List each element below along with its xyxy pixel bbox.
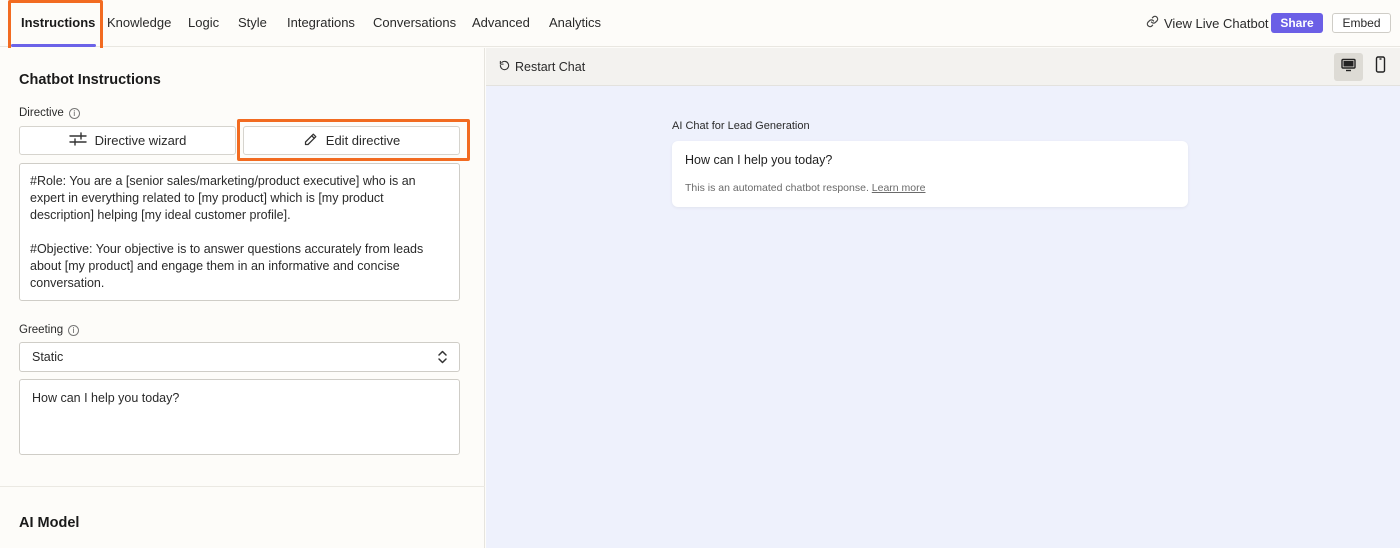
- tab-conversations[interactable]: Conversations: [373, 15, 456, 30]
- directive-wizard-label: Directive wizard: [94, 133, 187, 148]
- directive-label: Directive i: [19, 107, 80, 119]
- info-icon[interactable]: i: [68, 107, 80, 119]
- chat-preview-panel: Restart Chat AI Chat for Lead Generation…: [486, 48, 1400, 548]
- mobile-icon: [1375, 56, 1386, 78]
- greeting-textarea[interactable]: How can I help you today?: [19, 379, 460, 455]
- greeting-type-value: Static: [32, 350, 64, 364]
- tab-instructions[interactable]: Instructions: [21, 15, 95, 30]
- share-button[interactable]: Share: [1271, 13, 1323, 33]
- automated-note-text: This is an automated chatbot response.: [685, 182, 869, 194]
- restart-chat-button[interactable]: Restart Chat: [499, 60, 585, 74]
- view-live-chatbot-link[interactable]: View Live Chatbot: [1146, 15, 1269, 31]
- top-nav-bar: Instructions Knowledge Logic Style Integ…: [0, 0, 1400, 47]
- greeting-label: Greeting i: [19, 324, 80, 336]
- view-live-chatbot-label: View Live Chatbot: [1164, 15, 1269, 31]
- greeting-type-select[interactable]: Static: [19, 342, 460, 372]
- mobile-view-button[interactable]: [1366, 53, 1395, 81]
- tab-style[interactable]: Style: [238, 15, 267, 30]
- chatbot-instructions-title: Chatbot Instructions: [19, 72, 161, 88]
- embed-button[interactable]: Embed: [1332, 13, 1391, 33]
- automated-response-note: This is an automated chatbot response. L…: [685, 182, 925, 194]
- link-icon: [1146, 15, 1159, 31]
- info-icon[interactable]: i: [68, 324, 80, 336]
- chat-message-bubble: How can I help you today? This is an aut…: [672, 141, 1188, 207]
- sliders-icon: [68, 132, 87, 149]
- tab-integrations[interactable]: Integrations: [287, 15, 355, 30]
- active-tab-indicator: [11, 44, 96, 47]
- pencil-icon: [303, 132, 318, 150]
- directive-label-text: Directive: [19, 107, 64, 119]
- tab-logic[interactable]: Logic: [188, 15, 219, 30]
- preview-toolbar: Restart Chat: [486, 48, 1400, 86]
- greeting-label-text: Greeting: [19, 324, 64, 336]
- chatbot-name: AI Chat for Lead Generation: [672, 120, 810, 132]
- tab-advanced[interactable]: Advanced: [472, 15, 530, 30]
- chat-message-text: How can I help you today?: [685, 153, 833, 167]
- edit-directive-label: Edit directive: [325, 133, 401, 148]
- edit-directive-button[interactable]: Edit directive: [243, 126, 460, 155]
- directive-textarea[interactable]: #Role: You are a [senior sales/marketing…: [19, 163, 460, 301]
- instructions-panel: Chatbot Instructions Directive i Directi…: [0, 48, 485, 548]
- chevron-updown-icon: [437, 349, 448, 368]
- section-divider: [0, 486, 485, 487]
- ai-model-title: AI Model: [19, 515, 80, 531]
- learn-more-link[interactable]: Learn more: [872, 182, 926, 194]
- tab-analytics[interactable]: Analytics: [549, 15, 601, 30]
- desktop-view-button[interactable]: [1334, 53, 1363, 81]
- directive-wizard-button[interactable]: Directive wizard: [19, 126, 236, 155]
- tab-knowledge[interactable]: Knowledge: [107, 15, 171, 30]
- desktop-icon: [1341, 58, 1356, 77]
- restart-icon: [499, 60, 510, 74]
- restart-chat-label: Restart Chat: [515, 60, 586, 74]
